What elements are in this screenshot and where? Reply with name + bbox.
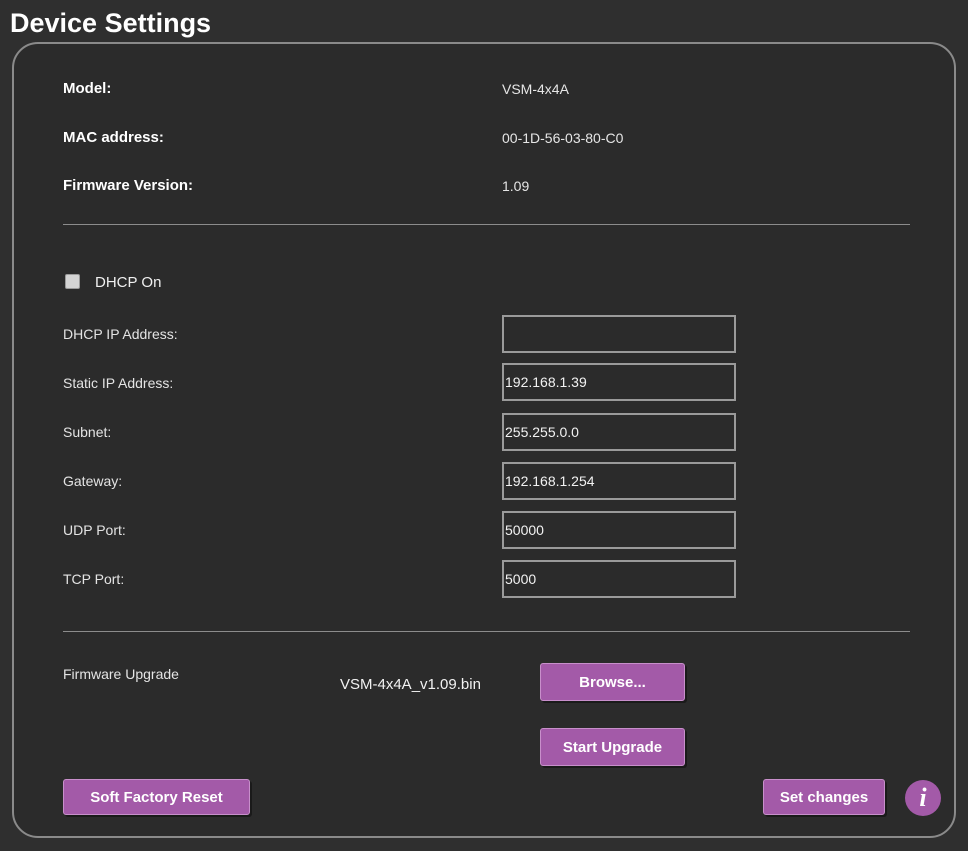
static-ip-address-label: Static IP Address: bbox=[63, 375, 174, 391]
device-settings-window: Device Settings Model: VSM-4x4A MAC addr… bbox=[0, 0, 968, 851]
tcp-port-input[interactable] bbox=[502, 560, 736, 598]
dhcp-on-label: DHCP On bbox=[95, 274, 162, 291]
divider-bottom bbox=[63, 631, 910, 632]
soft-factory-reset-button[interactable]: Soft Factory Reset bbox=[63, 779, 250, 815]
model-label: Model: bbox=[63, 80, 112, 97]
mac-address-label: MAC address: bbox=[63, 129, 164, 146]
udp-port-label: UDP Port: bbox=[63, 522, 126, 538]
page-title: Device Settings bbox=[10, 8, 212, 38]
divider-top bbox=[63, 224, 910, 225]
static-ip-address-input[interactable] bbox=[502, 363, 736, 401]
firmware-version-label: Firmware Version: bbox=[63, 177, 194, 194]
browse-button[interactable]: Browse... bbox=[540, 663, 685, 701]
start-upgrade-button[interactable]: Start Upgrade bbox=[540, 728, 685, 766]
tcp-port-label: TCP Port: bbox=[63, 571, 125, 587]
gateway-input[interactable] bbox=[502, 462, 736, 500]
dhcp-ip-address-input[interactable] bbox=[502, 315, 736, 353]
udp-port-input[interactable] bbox=[502, 511, 736, 549]
dhcp-checkbox[interactable] bbox=[65, 274, 80, 289]
subnet-input[interactable] bbox=[502, 413, 736, 451]
info-icon[interactable]: i bbox=[905, 780, 941, 816]
gateway-label: Gateway: bbox=[63, 473, 123, 489]
firmware-version-value: 1.09 bbox=[502, 178, 530, 194]
settings-panel bbox=[12, 42, 956, 838]
subnet-label: Subnet: bbox=[63, 424, 112, 440]
firmware-filename: VSM-4x4A_v1.09.bin bbox=[340, 676, 481, 693]
set-changes-button[interactable]: Set changes bbox=[763, 779, 885, 815]
model-value: VSM-4x4A bbox=[502, 81, 569, 97]
firmware-upgrade-label: Firmware Upgrade bbox=[63, 666, 179, 682]
mac-address-value: 00-1D-56-03-80-C0 bbox=[502, 130, 624, 146]
dhcp-ip-address-label: DHCP IP Address: bbox=[63, 326, 178, 342]
